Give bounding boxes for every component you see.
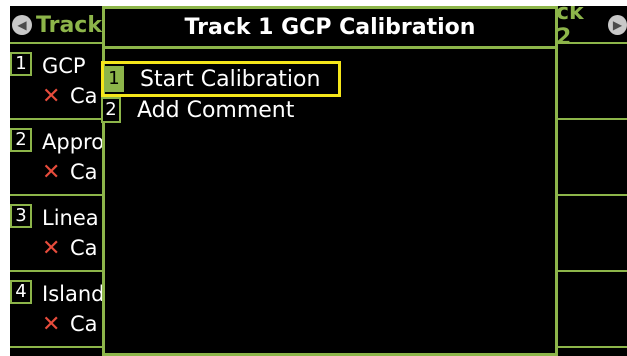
row-number: 1 xyxy=(10,52,32,76)
row-name: Linea xyxy=(42,206,99,230)
right-track-label: ck 2 xyxy=(556,6,584,50)
menu-item-label: Add Comment xyxy=(137,97,295,123)
x-mark-icon: ✕ xyxy=(42,236,61,261)
row-status: Ca xyxy=(70,236,98,260)
row-number: 4 xyxy=(10,280,32,304)
row-number: 3 xyxy=(10,204,32,228)
row-status: Ca xyxy=(70,160,98,184)
row-name: Island xyxy=(42,282,105,306)
x-mark-icon: ✕ xyxy=(42,312,61,337)
menu-item-number: 2 xyxy=(101,97,121,123)
row-name: Appro xyxy=(42,130,105,154)
popup-title: Track 1 GCP Calibration xyxy=(105,9,555,49)
menu-item-start-calibration[interactable]: 1 Start Calibration xyxy=(101,61,341,97)
x-mark-icon: ✕ xyxy=(42,84,61,109)
prev-track-nav[interactable]: ◀ Track xyxy=(12,10,102,40)
calibration-popup: Track 1 GCP Calibration 1 Start Calibrat… xyxy=(101,6,558,356)
menu-item-add-comment[interactable]: 2 Add Comment xyxy=(101,95,294,125)
left-track-label: Track xyxy=(36,12,102,38)
x-mark-icon: ✕ xyxy=(42,160,61,185)
menu-item-label: Start Calibration xyxy=(140,66,321,92)
row-status: Ca xyxy=(70,312,98,336)
row-status: Ca xyxy=(70,84,98,108)
right-arrow-icon[interactable]: ▶ xyxy=(608,15,627,35)
next-track-nav[interactable]: ck 2 ▶ xyxy=(556,6,627,50)
menu-item-number: 1 xyxy=(104,66,124,92)
row-number: 2 xyxy=(10,128,32,152)
row-name: GCP xyxy=(42,54,86,78)
left-arrow-icon[interactable]: ◀ xyxy=(12,15,32,35)
device-screen: ◀ Track ck 2 ▶ 1 GCP ✕ Ca 2 Appro ✕ Ca 3… xyxy=(10,6,627,356)
